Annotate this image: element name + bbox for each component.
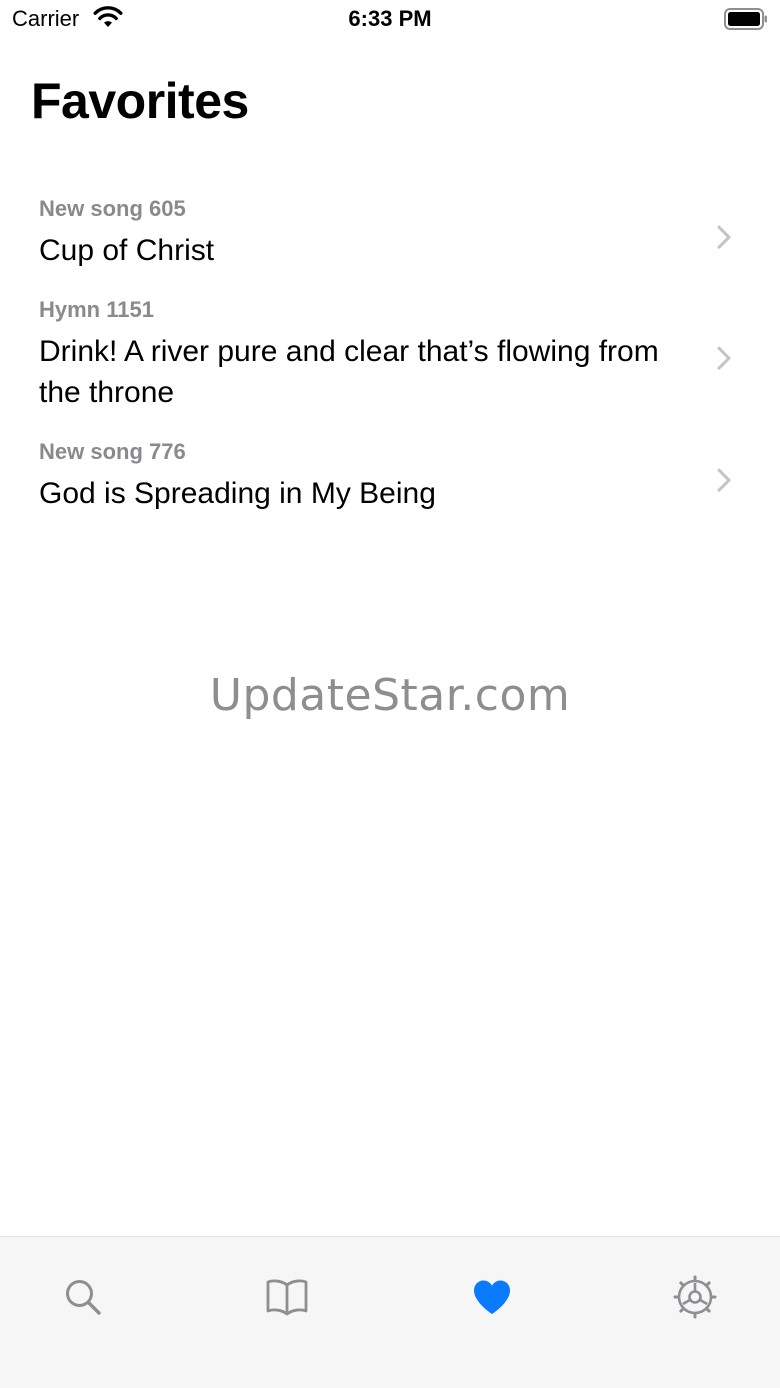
tab-book[interactable] <box>257 1267 317 1327</box>
song-title: Cup of Christ <box>39 234 215 267</box>
search-icon <box>66 1280 101 1315</box>
chevron-right-icon <box>717 346 731 370</box>
song-title: Drink! A river pure and clear that’s flo… <box>39 335 659 409</box>
page-title: Favorites <box>31 73 249 129</box>
favorite-list-item[interactable]: Hymn 1151 Drink! A river pure and clear … <box>0 293 780 413</box>
song-number: Hymn 1151 <box>39 297 154 322</box>
battery-icon <box>724 8 767 30</box>
song-number: New song 605 <box>39 196 186 221</box>
status-time: 6:33 PM <box>348 6 432 31</box>
favorites-list: New song 605 Cup of Christ Hymn 1151 Dri… <box>0 192 780 514</box>
book-icon <box>266 1279 308 1316</box>
song-number: New song 776 <box>39 439 186 464</box>
tab-settings[interactable] <box>665 1267 725 1327</box>
tab-search[interactable] <box>53 1267 113 1327</box>
favorite-list-item[interactable]: New song 605 Cup of Christ <box>0 192 780 271</box>
gear-icon <box>673 1275 717 1319</box>
favorite-list-item[interactable]: New song 776 God is Spreading in My Bein… <box>0 435 780 514</box>
chevron-right-icon <box>717 468 731 492</box>
song-title: God is Spreading in My Being <box>39 477 436 510</box>
heart-icon <box>474 1280 510 1314</box>
tab-favorites[interactable] <box>462 1267 522 1327</box>
watermark: UpdateStar.com <box>209 670 571 721</box>
status-bar: Carrier 6:33 PM <box>0 0 780 40</box>
tab-bar <box>0 1236 780 1388</box>
chevron-right-icon <box>717 225 731 249</box>
